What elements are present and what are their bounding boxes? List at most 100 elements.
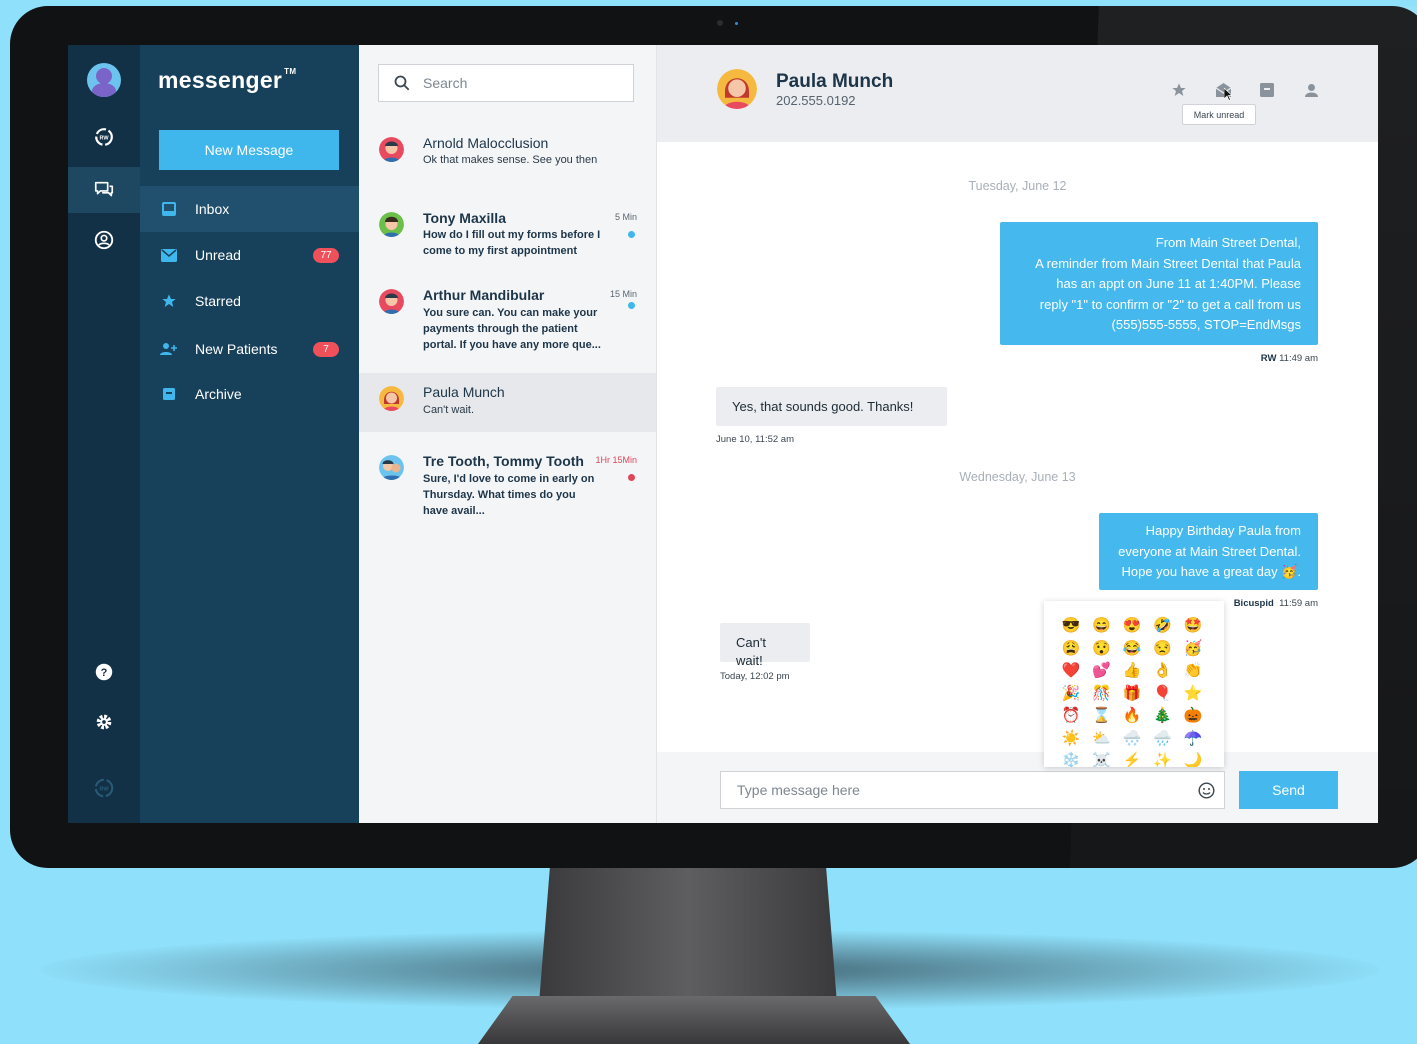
sidebar-item-inbox[interactable]: Inbox (140, 186, 359, 232)
emoji-option[interactable]: 🤣 (1148, 615, 1179, 638)
star-icon (160, 292, 178, 310)
emoji-option[interactable]: ☀️ (1056, 728, 1087, 751)
chat-icon[interactable] (68, 167, 140, 213)
sidebar-item-new-patients[interactable]: New Patients 7 (140, 326, 359, 372)
send-button[interactable]: Send (1239, 771, 1338, 809)
emoji-option[interactable]: 😯 (1087, 638, 1118, 661)
message-meta: Today, 12:02 pm (720, 671, 790, 682)
tooltip: Mark unread (1182, 104, 1256, 125)
sidebar-item-unread[interactable]: Unread 77 (140, 232, 359, 278)
avatar (379, 289, 404, 314)
emoji-option[interactable]: ⏰ (1056, 705, 1087, 728)
day-separator: Tuesday, June 12 (968, 179, 1067, 193)
emoji-option[interactable]: 🎄 (1148, 705, 1179, 728)
emoji-option[interactable]: ☂️ (1178, 728, 1209, 751)
message-meta: June 10, 11:52 am (716, 434, 794, 445)
sidebar-item-label: New Patients (195, 341, 278, 357)
emoji-smile-icon[interactable] (1198, 782, 1215, 804)
brand-logo: messenger TM (158, 67, 297, 93)
emoji-option[interactable]: 👏 (1178, 660, 1209, 683)
monitor-stand (538, 866, 838, 1016)
outgoing-message: From Main Street Dental, A reminder from… (1000, 222, 1318, 345)
search-input[interactable] (421, 74, 615, 92)
emoji-option[interactable]: 🔥 (1117, 705, 1148, 728)
archive-icon[interactable] (1258, 81, 1276, 99)
emoji-option[interactable]: ⌛ (1087, 705, 1118, 728)
emoji-option[interactable]: 🥳 (1178, 638, 1209, 661)
search-icon (394, 75, 410, 91)
message-line: Happy Birthday Paula from (1145, 523, 1301, 538)
contacts-icon[interactable] (68, 217, 140, 263)
message-input[interactable] (735, 781, 1179, 799)
message-line: everyone at Main Street Dental. (1118, 543, 1301, 559)
emoji-option[interactable]: 🎁 (1117, 683, 1148, 706)
conversation-item[interactable]: Arthur Mandibular 15 Min You sure can. Y… (359, 277, 656, 361)
emoji-option[interactable]: 😍 (1117, 615, 1148, 638)
add-user-icon (160, 340, 178, 358)
emoji-grid: 😎 😄 😍 🤣 🤩 😩 😯 😂 😒 🥳 ❤️ 💕 👍 👌 👏 🎉 🎊 🎁 🎈 ⭐ ⏰ ⌛ 🔥 🎄 🎃 ☀️ ⛅ 🌨️ 🌧️ ☂️ ❄️ ☠️ ⚡… (1056, 615, 1209, 767)
new-message-button[interactable]: New Message (159, 130, 339, 170)
monitor-base (478, 996, 910, 1044)
emoji-option[interactable]: 😒 (1148, 638, 1179, 661)
contact-name: Paula Munch (776, 71, 894, 92)
sidebar-item-starred[interactable]: Starred (140, 278, 359, 324)
emoji-option[interactable]: 🌧️ (1148, 728, 1179, 751)
svg-text:RW: RW (99, 135, 109, 141)
emoji-option[interactable]: ⭐ (1178, 683, 1209, 706)
star-icon[interactable] (1170, 81, 1188, 99)
emoji-option[interactable]: ✨ (1148, 750, 1179, 767)
emoji-option[interactable]: 💕 (1087, 660, 1118, 683)
message-meta: Bicuspid 11:59 am (1233, 598, 1318, 609)
help-icon[interactable]: ? (68, 649, 140, 695)
svg-text:RW: RW (99, 786, 109, 792)
conversation-name: Arnold Malocclusion (423, 135, 549, 151)
message-line: reply "1" to confirm or "2" to get a cal… (1039, 296, 1301, 312)
conversation-snippet: Sure, I'd love to come in early on Thurs… (423, 473, 595, 517)
emoji-option[interactable]: ☠️ (1087, 750, 1118, 767)
contact-avatar (717, 69, 757, 109)
outgoing-message: Happy Birthday Paula from everyone at Ma… (1099, 513, 1318, 590)
message-line: has an appt on June 11 at 1:40PM. Please (1056, 276, 1301, 291)
chat-panel: Paula Munch 202.555.0192 Mark unread Tue… (657, 45, 1378, 823)
emoji-option[interactable]: 😩 (1056, 638, 1087, 661)
sidebar-item-archive[interactable]: Archive (140, 371, 359, 417)
conversation-time: 1Hr 15Min (595, 455, 637, 465)
emoji-option[interactable]: 👍 (1117, 660, 1148, 683)
rw-logo-icon[interactable]: RW (68, 114, 140, 160)
sidebar-item-label: Archive (195, 386, 242, 402)
emoji-option[interactable]: 🎃 (1178, 705, 1209, 728)
conversation-name: Arthur Mandibular (423, 287, 545, 303)
emoji-option[interactable]: ⛅ (1087, 728, 1118, 751)
conversation-item[interactable]: Tony Maxilla 5 Min How do I fill out my … (359, 200, 656, 264)
conversation-list: Arnold Malocclusion Ok that makes sense.… (359, 45, 657, 823)
conversation-snippet: You sure can. You can make your payments… (423, 307, 601, 351)
avatar-icon[interactable] (87, 63, 121, 97)
emoji-option[interactable]: 🎊 (1087, 683, 1118, 706)
emoji-option[interactable]: 🎉 (1056, 683, 1087, 706)
message-field[interactable] (720, 771, 1225, 809)
emoji-option[interactable]: 🌙 (1178, 750, 1209, 767)
gear-icon[interactable] (68, 699, 140, 745)
emoji-option[interactable]: 👌 (1148, 660, 1179, 683)
rw-footer-logo-icon: RW (68, 765, 140, 811)
inbox-icon (160, 200, 178, 218)
emoji-option[interactable]: 😎 (1056, 615, 1087, 638)
search-box[interactable] (378, 64, 634, 102)
emoji-option[interactable]: 😄 (1087, 615, 1118, 638)
archive-icon (160, 385, 178, 403)
chat-header: Paula Munch 202.555.0192 Mark unread (657, 45, 1378, 142)
emoji-option[interactable]: ❄️ (1056, 750, 1087, 767)
unread-dot (628, 302, 635, 309)
emoji-option[interactable]: 🎈 (1148, 683, 1179, 706)
person-icon[interactable] (1302, 81, 1320, 99)
message-line: A reminder from Main Street Dental that … (1035, 255, 1301, 271)
emoji-option[interactable]: 🤩 (1178, 615, 1209, 638)
emoji-option[interactable]: 😂 (1117, 638, 1148, 661)
conversation-item[interactable]: Arnold Malocclusion Ok that makes sense.… (359, 125, 656, 189)
emoji-option[interactable]: 🌨️ (1117, 728, 1148, 751)
unread-count-badge: 77 (313, 248, 339, 263)
conversation-item-selected[interactable]: Paula Munch Can't wait. (359, 373, 656, 432)
conversation-item[interactable]: Tre Tooth, Tommy Tooth 1Hr 15Min Sure, I… (359, 443, 656, 527)
emoji-option[interactable]: ❤️ (1056, 660, 1087, 683)
emoji-option[interactable]: ⚡ (1117, 750, 1148, 767)
